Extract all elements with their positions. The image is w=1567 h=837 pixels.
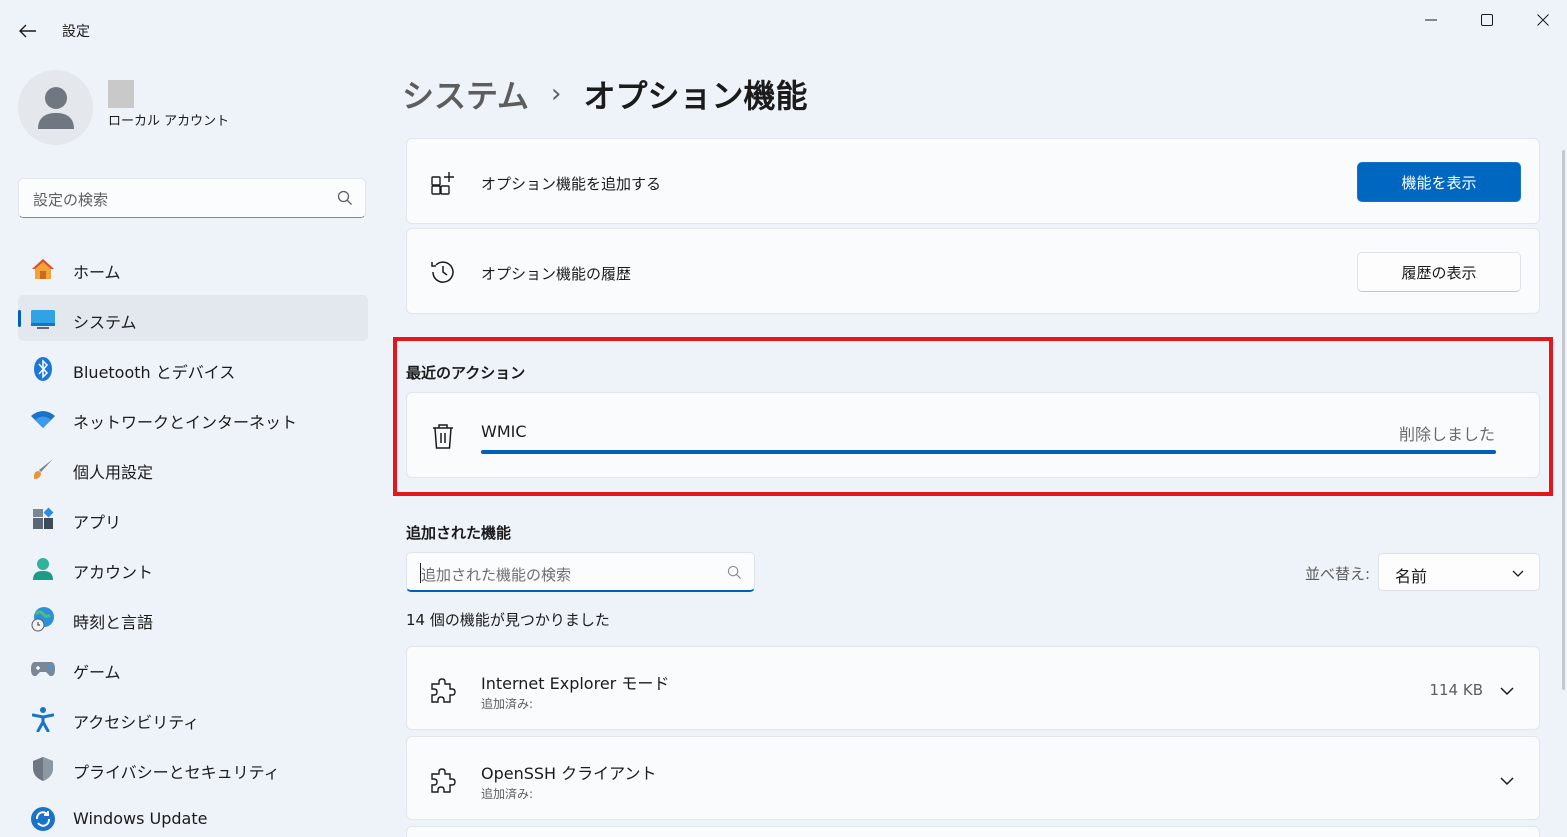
sidebar-item-time-language[interactable]: 時刻と言語 <box>18 595 368 641</box>
sidebar-item-label: 時刻と言語 <box>73 613 154 632</box>
person-icon <box>37 86 74 129</box>
puzzle-icon <box>429 677 457 705</box>
puzzle-icon <box>429 767 457 795</box>
sidebar-item-gaming[interactable]: ゲーム <box>18 645 368 691</box>
feature-search-placeholder: 追加された機能の検索 <box>421 566 572 584</box>
breadcrumb-parent[interactable]: システム <box>402 71 529 117</box>
minimize-icon <box>1425 19 1437 21</box>
home-icon <box>30 256 56 282</box>
update-icon <box>30 806 56 832</box>
sort-label: 並べ替え: <box>1305 565 1371 583</box>
brush-icon <box>30 456 56 482</box>
back-button[interactable] <box>12 16 44 46</box>
wifi-icon <box>30 406 56 432</box>
recent-action-card: WMIC 削除しました <box>406 392 1540 478</box>
sidebar-item-label: アクセシビリティ <box>73 713 200 732</box>
sidebar-item-accounts[interactable]: アカウント <box>18 545 368 591</box>
add-feature-label: オプション機能を追加する <box>481 175 662 193</box>
sidebar-item-label: アプリ <box>73 513 122 532</box>
expand-chevron-icon[interactable] <box>1495 679 1519 703</box>
settings-search-input[interactable]: 設定の検索 <box>18 178 366 218</box>
minimize-button[interactable] <box>1408 5 1454 35</box>
breadcrumb: システム › オプション機能 <box>402 72 807 116</box>
breadcrumb-separator: › <box>551 79 562 109</box>
close-button[interactable] <box>1520 5 1566 35</box>
feature-item[interactable]: Internet Explorer モード 追加済み: 114 KB <box>406 646 1540 730</box>
sidebar-item-label: ホーム <box>73 263 121 282</box>
add-apps-icon <box>429 169 457 197</box>
back-arrow-icon <box>19 24 36 38</box>
sidebar-item-label: Windows Update <box>73 809 208 828</box>
maximize-button[interactable] <box>1464 5 1510 35</box>
avatar <box>18 70 93 145</box>
app-title: 設定 <box>62 24 90 40</box>
sidebar-item-system[interactable]: システム <box>18 295 368 341</box>
feature-item-partial[interactable] <box>406 826 1540 837</box>
feature-count: 14 個の機能が見つかりました <box>406 611 610 629</box>
view-features-button[interactable]: 機能を表示 <box>1357 162 1521 202</box>
search-icon <box>337 190 352 205</box>
installed-features-title: 追加された機能 <box>406 524 512 542</box>
trash-icon <box>429 422 457 450</box>
sidebar-item-windows-update[interactable]: Windows Update <box>18 795 368 837</box>
account-type: ローカル アカウント <box>108 114 230 129</box>
maximize-icon <box>1481 14 1493 26</box>
recent-action-name: WMIC <box>481 422 527 441</box>
sidebar-item-privacy[interactable]: プライバシーとセキュリティ <box>18 745 368 791</box>
sidebar-item-label: ネットワークとインターネット <box>73 413 298 432</box>
monitor-icon <box>30 306 56 332</box>
feature-search-input[interactable]: 追加された機能の検索 <box>406 552 755 592</box>
view-history-button[interactable]: 履歴の表示 <box>1357 252 1521 292</box>
feature-item[interactable]: OpenSSH クライアント 追加済み: <box>406 736 1540 820</box>
search-placeholder: 設定の検索 <box>33 191 109 209</box>
gamepad-icon <box>30 656 56 682</box>
sidebar-item-bluetooth[interactable]: Bluetooth とデバイス <box>18 345 368 391</box>
feature-status: 追加済み: <box>481 787 534 801</box>
close-icon <box>1537 14 1549 26</box>
shield-icon <box>30 756 56 782</box>
expand-chevron-icon[interactable] <box>1495 769 1519 793</box>
sidebar-item-label: ゲーム <box>73 663 121 682</box>
sort-dropdown[interactable]: 名前 <box>1378 553 1540 591</box>
feature-history-label: オプション機能の履歴 <box>481 265 632 283</box>
search-icon <box>727 565 741 579</box>
apps-icon <box>30 506 56 532</box>
feature-status: 追加済み: <box>481 697 534 711</box>
sidebar-item-personalization[interactable]: 個人用設定 <box>18 445 368 491</box>
sidebar-item-network[interactable]: ネットワークとインターネット <box>18 395 368 441</box>
page-title: オプション機能 <box>583 77 808 115</box>
progress-fill <box>481 450 1496 454</box>
globe-clock-icon <box>30 606 56 632</box>
sidebar-item-home[interactable]: ホーム <box>18 245 368 291</box>
sidebar-item-label: システム <box>73 313 137 332</box>
recent-actions-title: 最近のアクション <box>406 364 526 382</box>
profile-name-redacted <box>108 80 134 108</box>
sidebar-item-label: 個人用設定 <box>73 463 154 482</box>
title-bar: 設定 <box>0 0 1567 60</box>
feature-name: Internet Explorer モード <box>481 674 670 693</box>
sort-value: 名前 <box>1395 567 1428 586</box>
account-icon <box>30 556 56 582</box>
accessibility-icon <box>30 706 56 732</box>
chevron-down-icon <box>1512 570 1524 577</box>
progress-bar <box>481 450 1496 454</box>
recent-action-status: 削除しました <box>1398 425 1495 444</box>
sidebar-item-apps[interactable]: アプリ <box>18 495 368 541</box>
user-profile[interactable]: ローカル アカウント <box>18 70 358 150</box>
bluetooth-icon <box>30 356 56 382</box>
scrollbar[interactable] <box>1562 150 1565 690</box>
history-icon <box>429 258 457 286</box>
sidebar-item-label: プライバシーとセキュリティ <box>73 763 280 782</box>
add-feature-card: オプション機能を追加する 機能を表示 <box>406 138 1540 224</box>
feature-size: 114 KB <box>1429 681 1483 699</box>
sidebar-item-accessibility[interactable]: アクセシビリティ <box>18 695 368 741</box>
sidebar-item-label: アカウント <box>73 563 154 582</box>
sidebar-nav: ホーム システム Bluetooth とデバイス ネットワークとインターネット … <box>18 245 368 837</box>
feature-name: OpenSSH クライアント <box>481 764 657 783</box>
sidebar-item-label: Bluetooth とデバイス <box>73 363 236 382</box>
feature-history-card: オプション機能の履歴 履歴の表示 <box>406 228 1540 314</box>
